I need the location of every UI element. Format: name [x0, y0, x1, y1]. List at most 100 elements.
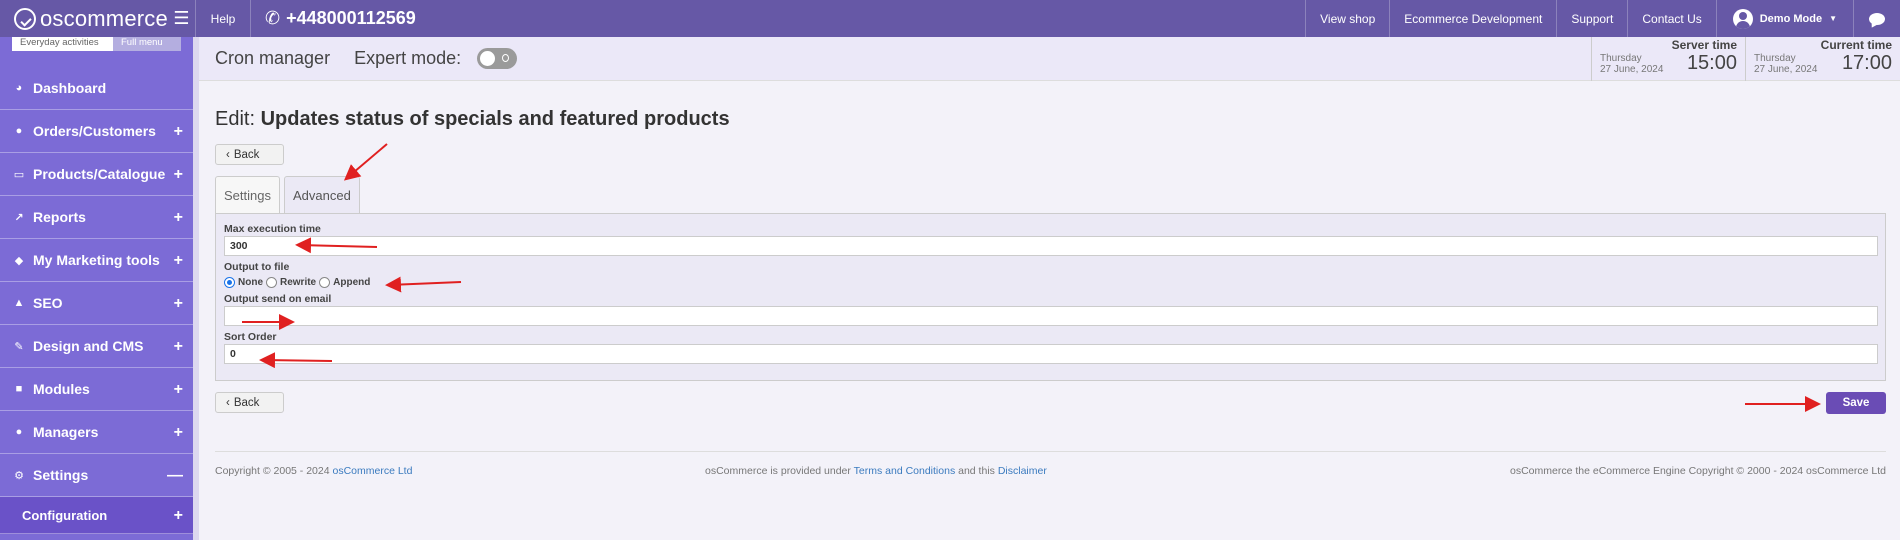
sort-order-label: Sort Order — [224, 331, 277, 343]
sidebar-tab-full-menu[interactable]: Full menu — [113, 37, 181, 51]
logo-icon — [14, 7, 36, 30]
radio-rewrite[interactable] — [266, 277, 277, 288]
server-time: Server time Thursday 27 June, 2024 15:00 — [1591, 37, 1745, 81]
expand-icon[interactable]: + — [174, 209, 183, 227]
sidebar-subitem-configuration[interactable]: Configuration + — [0, 497, 193, 534]
chevron-left-icon: ‹ — [226, 396, 230, 409]
expert-mode-toggle[interactable] — [477, 48, 518, 69]
current-time-day: Thursday — [1754, 53, 1796, 64]
sidebar-item-label: Design and CMS — [33, 338, 144, 354]
sidebar-item-orders[interactable]: ● Orders/Customers + — [0, 110, 193, 153]
nav-ecommerce-development[interactable]: Ecommerce Development — [1389, 0, 1556, 37]
sidebar-item-label: Managers — [33, 424, 99, 440]
advanced-panel: Max execution time 300 Output to file No… — [215, 213, 1886, 381]
page-header: Cron manager Expert mode: Server time Th… — [199, 37, 1900, 81]
edit-title: Updates status of specials and featured … — [260, 108, 730, 130]
footer-engine-copyright: osCommerce the eCommerce Engine Copyrigh… — [1510, 465, 1886, 477]
radio-none[interactable] — [224, 277, 235, 288]
chat-icon — [1869, 12, 1885, 25]
sidebar-item-products[interactable]: ▭ Products/Catalogue + — [0, 153, 193, 196]
help-link[interactable]: Help — [195, 0, 251, 37]
radio-append[interactable] — [319, 277, 331, 288]
current-time-full-date: 27 June, 2024 — [1754, 64, 1818, 75]
users-icon: ● — [15, 125, 23, 137]
expand-icon[interactable]: + — [174, 338, 183, 356]
dashboard-icon: ◕ — [15, 82, 23, 94]
chart-icon: ↗ — [14, 211, 24, 224]
current-time-date: Thursday 27 June, 2024 — [1754, 53, 1817, 75]
nav-contact-us[interactable]: Contact Us — [1627, 0, 1717, 37]
max-execution-label: Max execution time — [224, 223, 321, 235]
folder-icon: ▭ — [13, 168, 25, 181]
sidebar-tab-everyday[interactable]: Everyday activities — [12, 37, 113, 51]
sidebar-item-managers[interactable]: ● Managers + — [0, 411, 193, 454]
tab-advanced[interactable]: Advanced — [283, 176, 360, 213]
sidebar-item-marketing[interactable]: ◆ My Marketing tools + — [0, 239, 193, 282]
sidebar-menu: ◕ Dashboard ● Orders/Customers + ▭ Produ… — [0, 67, 193, 534]
email-input[interactable] — [224, 306, 1878, 326]
expand-icon[interactable]: + — [174, 507, 183, 525]
phone-text: +448000112569 — [286, 8, 416, 28]
expand-icon[interactable]: + — [174, 166, 183, 184]
sidebar-item-label: Settings — [33, 467, 89, 483]
avatar — [1732, 8, 1753, 29]
expand-icon[interactable]: + — [174, 424, 183, 442]
footer-link-terms[interactable]: Terms and Conditions — [854, 465, 956, 477]
sort-order-input[interactable]: 0 — [224, 344, 1878, 364]
max-execution-input[interactable]: 300 — [224, 236, 1878, 256]
sidebar-item-settings[interactable]: ⚙ Settings — — [0, 454, 193, 497]
tab-settings[interactable]: Settings — [215, 176, 280, 213]
sidebar-item-label: Modules — [33, 381, 90, 397]
expand-icon[interactable]: + — [174, 381, 183, 399]
expand-icon[interactable]: + — [174, 295, 183, 313]
sidebar-item-seo[interactable]: ▲ SEO + — [0, 282, 193, 325]
footer-divider — [215, 451, 1886, 452]
phone-number[interactable]: ✆ +448000112569 — [251, 0, 416, 37]
output-file-options: None Rewrite Append — [224, 274, 1877, 291]
nav-support[interactable]: Support — [1556, 0, 1627, 37]
radio-rewrite-label: Rewrite — [280, 277, 317, 288]
sidebar-item-modules[interactable]: ■ Modules + — [0, 368, 193, 411]
nav-view-shop[interactable]: View shop — [1305, 0, 1389, 37]
arrow-to-advanced-tab — [343, 143, 388, 181]
brush-icon: ✎ — [14, 340, 24, 353]
expert-mode-label: Expert mode: — [354, 48, 462, 68]
footer-link-company[interactable]: osCommerce Ltd — [332, 465, 412, 477]
sidebar-item-reports[interactable]: ↗ Reports + — [0, 196, 193, 239]
sidebar-item-label: Products/Catalogue — [33, 166, 166, 182]
footer-mid-text: osCommerce is provided under — [705, 465, 854, 477]
sidebar-item-dashboard[interactable]: ◕ Dashboard — [0, 67, 193, 110]
tag-icon: ◆ — [14, 254, 24, 267]
footer-left-text: Copyright © 2005 - 2024 — [215, 465, 333, 477]
collapse-icon[interactable]: — — [167, 467, 183, 485]
sidebar-item-label: Dashboard — [33, 80, 107, 96]
sidebar-subitem-label: Configuration — [22, 507, 108, 523]
footer-copyright: Copyright © 2005 - 2024 osCommerce Ltd — [215, 465, 412, 477]
sidebar-tabs: Everyday activities Full menu — [12, 37, 181, 51]
back-button[interactable]: ‹ Back — [215, 144, 284, 165]
sidebar-item-label: My Marketing tools — [33, 252, 160, 268]
back-button-bottom[interactable]: ‹ Back — [215, 392, 284, 413]
footer-link-disclaimer[interactable]: Disclaimer — [998, 465, 1047, 477]
expand-icon[interactable]: + — [174, 123, 183, 141]
menu-toggle-icon[interactable]: ☰ — [168, 0, 195, 37]
sidebar-item-label: Reports — [33, 209, 86, 225]
edit-prefix: Edit: — [215, 108, 256, 130]
user-menu[interactable]: Demo Mode ▼ — [1717, 0, 1854, 37]
top-nav: View shop Ecommerce Development Support … — [1305, 0, 1717, 37]
sitemap-icon: ▲ — [13, 297, 25, 309]
email-label: Output send on email — [224, 293, 332, 305]
back-label: Back — [233, 396, 260, 409]
sidebar-item-design[interactable]: ✎ Design and CMS + — [0, 325, 193, 368]
chevron-left-icon: ‹ — [226, 148, 230, 161]
chat-button[interactable] — [1854, 0, 1900, 37]
back-label: Back — [233, 148, 260, 161]
server-time-value: 15:00 — [1686, 52, 1737, 74]
logo-text: oscommerce — [40, 5, 168, 31]
expand-icon[interactable]: + — [174, 252, 183, 270]
save-button[interactable]: Save — [1826, 392, 1886, 414]
current-time-value: 17:00 — [1841, 52, 1892, 74]
page-title: Cron manager — [215, 48, 331, 68]
logo[interactable]: oscommerce — [0, 0, 168, 37]
gear-icon: ⚙ — [14, 469, 24, 482]
